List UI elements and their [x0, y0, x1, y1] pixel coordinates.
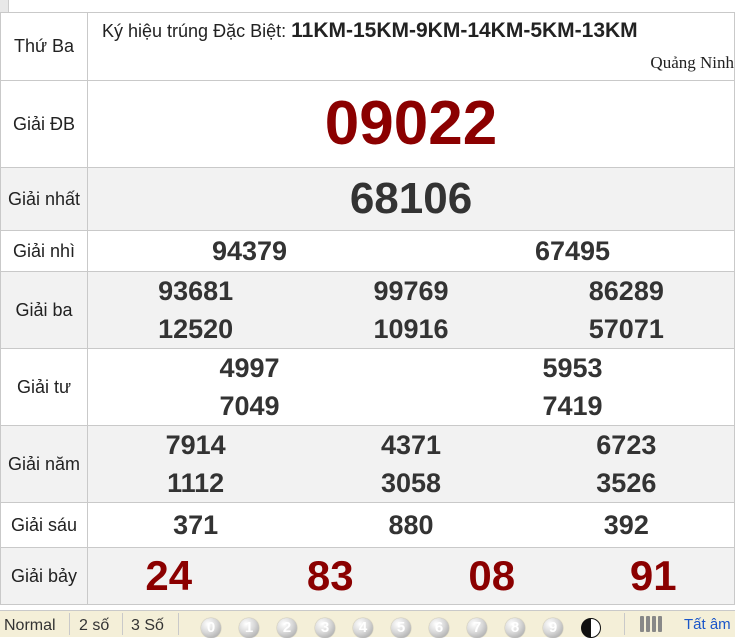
display-options-toolbar: Normal 2 số 3 Số 0 1 2 3 4 5 6 7 8 9 Tất… [0, 610, 735, 638]
prize-number: 24 [145, 552, 193, 599]
yin-yang-icon[interactable] [581, 618, 601, 638]
prize-numbers-ba: 93681 99769 86289 12520 10916 57071 [87, 271, 735, 349]
prize-label-db: Giải ĐB [0, 80, 88, 168]
prize-number: 371 [173, 510, 219, 540]
symbol-value: 11KM-15KM-9KM-14KM-5KM-13KM [291, 19, 638, 42]
prize-row-tu: Giải tư 4997 5953 7049 7419 [0, 348, 735, 426]
top-tab-stub [0, 0, 9, 12]
digit-filter-3[interactable]: 3 [315, 618, 335, 638]
digit-filter-0[interactable]: 0 [201, 618, 221, 638]
special-symbol: Ký hiệu trúng Đặc Biệt: 11KM-15KM-9KM-14… [102, 19, 638, 43]
prize-number-db: 09022 [87, 80, 735, 168]
prize-label-nhat: Giải nhất [0, 167, 88, 231]
prize-number: 86289 [588, 276, 664, 306]
mute-all-link[interactable]: Tất âm [684, 616, 731, 633]
prize-row-db: Giải ĐB 09022 [0, 80, 735, 168]
digit-filter-2[interactable]: 2 [277, 618, 297, 638]
divider [122, 613, 123, 635]
divider [624, 613, 625, 635]
prize-numbers-sau: 371 880 392 [87, 502, 735, 548]
prize-number: 7419 [542, 391, 603, 421]
prize-number: 1112 [167, 468, 225, 498]
prize-number: 5953 [542, 353, 603, 383]
prize-numbers-tu: 4997 5953 7049 7419 [87, 348, 735, 426]
lottery-results-table: Thứ Ba Ký hiệu trúng Đặc Biệt: 11KM-15KM… [0, 12, 735, 605]
prize-numbers-bay: 24 83 08 91 [87, 547, 735, 605]
prize-number: 57071 [588, 314, 664, 344]
prize-row-nhat: Giải nhất 68106 [0, 167, 735, 231]
prize-number: 6723 [596, 430, 657, 460]
prize-number: 93681 [158, 276, 234, 306]
header-row: Thứ Ba Ký hiệu trúng Đặc Biệt: 11KM-15KM… [0, 12, 735, 81]
prize-number: 3058 [380, 468, 442, 498]
digit-filter-6[interactable]: 6 [429, 618, 449, 638]
prize-number: 08 [468, 552, 516, 599]
prize-number: 7914 [165, 430, 226, 460]
province-name: Quảng Ninh [650, 53, 734, 72]
prize-number: 392 [603, 510, 649, 540]
digit-filter-1[interactable]: 1 [239, 618, 259, 638]
prize-number: 12520 [158, 314, 234, 344]
option-2-digits[interactable]: 2 số [79, 617, 109, 635]
prize-number: 3526 [596, 468, 657, 498]
prize-row-sau: Giải sáu 371 880 392 [0, 502, 735, 548]
divider [69, 613, 70, 635]
option-3-digits[interactable]: 3 Số [131, 617, 164, 635]
prize-label-nhi: Giải nhì [0, 230, 88, 272]
prize-number: 83 [306, 552, 354, 599]
prize-number: 67495 [534, 236, 611, 266]
prize-label-tu: Giải tư [0, 348, 88, 426]
prize-row-nam: Giải năm 7914 4371 6723 1112 3058 3526 [0, 425, 735, 503]
digit-filter-7[interactable]: 7 [467, 618, 487, 638]
prize-label-sau: Giải sáu [0, 502, 88, 548]
header-info: Ký hiệu trúng Đặc Biệt: 11KM-15KM-9KM-14… [87, 12, 735, 81]
prize-number-nhat: 68106 [87, 167, 735, 231]
prize-number: 94379 [211, 236, 288, 266]
prize-number: 91 [629, 552, 677, 599]
prize-label-ba: Giải ba [0, 271, 88, 349]
prize-number: 10916 [373, 314, 449, 344]
prize-number: 7049 [219, 391, 280, 421]
symbol-label: Ký hiệu trúng Đặc Biệt: [102, 21, 287, 41]
digit-filter-5[interactable]: 5 [391, 618, 411, 638]
prize-number: 4371 [380, 430, 442, 460]
prize-label-nam: Giải năm [0, 425, 88, 503]
speaker-icon[interactable] [640, 616, 674, 636]
prize-number: 99769 [373, 276, 449, 306]
option-normal[interactable]: Normal [4, 617, 56, 635]
divider [178, 613, 179, 635]
prize-label-bay: Giải bảy [0, 547, 88, 605]
digit-filter-8[interactable]: 8 [505, 618, 525, 638]
prize-numbers-nam: 7914 4371 6723 1112 3058 3526 [87, 425, 735, 503]
prize-numbers-nhi: 94379 67495 [87, 230, 735, 272]
day-label: Thứ Ba [0, 12, 88, 81]
digit-filter-9[interactable]: 9 [543, 618, 563, 638]
digit-filter-4[interactable]: 4 [353, 618, 373, 638]
prize-row-ba: Giải ba 93681 99769 86289 12520 10916 57… [0, 271, 735, 349]
prize-row-bay: Giải bảy 24 83 08 91 [0, 547, 735, 605]
prize-number: 4997 [219, 353, 280, 383]
prize-number: 880 [388, 510, 434, 540]
prize-row-nhi: Giải nhì 94379 67495 [0, 230, 735, 272]
